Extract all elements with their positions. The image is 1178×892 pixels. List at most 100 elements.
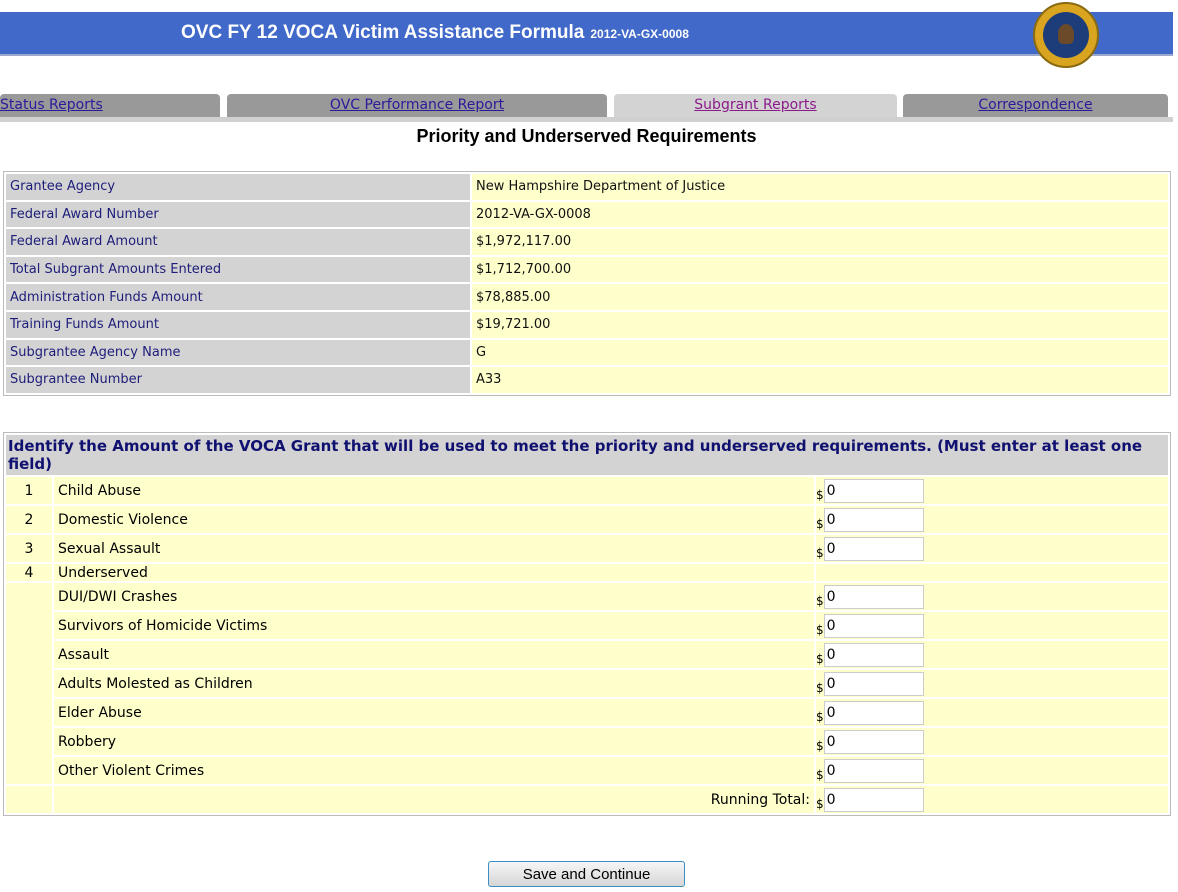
info-label: Training Funds Amount [6,311,470,338]
tab-correspondence[interactable]: Correspondence [903,94,1168,117]
amount-input[interactable] [823,700,924,725]
grant-info-table: Grantee Agency New Hampshire Department o… [3,171,1171,396]
currency-symbol: $ [816,709,824,724]
row-number: 2 [6,506,52,533]
info-row: Federal Award Number 2012-VA-GX-0008 [6,201,1168,228]
amount-input[interactable] [823,642,924,667]
underserved-subrow: Other Violent Crimes $ [6,757,1168,784]
amount-cell: $ [816,477,1168,504]
underserved-subrow: Elder Abuse $ [6,699,1168,726]
requirements-heading: Identify the Amount of the VOCA Grant th… [6,435,1168,475]
requirements-table: Identify the Amount of the VOCA Grant th… [3,432,1171,816]
row-label: Domestic Violence [54,506,814,533]
amount-cell: $ [816,670,1168,697]
row-label: DUI/DWI Crashes [54,583,814,610]
info-row: Federal Award Amount $1,972,117.00 [6,229,1168,255]
currency-symbol: $ [816,622,824,637]
amount-cell: $ [816,612,1168,639]
info-value: G [472,339,1168,366]
info-value: 2012-VA-GX-0008 [472,201,1168,228]
priority-row: 1 Child Abuse $ [6,477,1168,504]
row-label: Adults Molested as Children [54,670,814,697]
running-total-row: Running Total: $ [6,786,1168,813]
amount-input[interactable] [823,671,924,696]
info-value: New Hampshire Department of Justice [472,174,1168,200]
info-value: $19,721.00 [472,311,1168,338]
info-label: Total Subgrant Amounts Entered [6,256,470,283]
tab-link[interactable]: Correspondence [978,97,1092,113]
info-label: Federal Award Amount [6,229,470,255]
tab-link[interactable]: Subgrant Reports [694,97,816,113]
currency-symbol: $ [816,767,824,782]
amount-input[interactable] [823,758,924,783]
info-label: Grantee Agency [6,174,470,200]
currency-symbol: $ [816,680,824,695]
amount-input[interactable] [823,536,924,561]
amount-input[interactable] [823,507,924,532]
row-label: Assault [54,641,814,668]
amount-input[interactable] [823,584,924,609]
row-label: Robbery [54,728,814,755]
row-label: Underserved [54,564,814,581]
info-row: Grantee Agency New Hampshire Department o… [6,174,1168,200]
amount-cell: $ [816,786,1168,813]
tab-status-reports[interactable]: Status Reports [0,94,220,117]
underserved-subrow: Adults Molested as Children $ [6,670,1168,697]
currency-symbol: $ [816,487,824,502]
amount-input[interactable] [823,613,924,638]
info-label: Subgrantee Number [6,367,470,393]
row-label: Child Abuse [54,477,814,504]
amount-input[interactable] [823,729,924,754]
amount-cell: $ [816,699,1168,726]
priority-row: 2 Domestic Violence $ [6,506,1168,533]
amount-cell: $ [816,535,1168,562]
empty-cell [816,564,1168,581]
underserved-subrow: Robbery $ [6,728,1168,755]
tab-bar: Status Reports OVC Performance Report Su… [0,94,1173,122]
tab-subgrant-reports[interactable]: Subgrant Reports [614,94,897,117]
currency-symbol: $ [816,651,824,666]
tab-link[interactable]: OVC Performance Report [330,97,504,113]
row-number: 4 [6,564,52,581]
amount-cell: $ [816,583,1168,610]
page-title: Priority and Underserved Requirements [416,126,757,146]
underserved-subrow: DUI/DWI Crashes $ [6,583,1168,784]
row-number: 3 [6,535,52,562]
running-total-label: Running Total: [54,786,814,813]
currency-symbol: $ [816,545,824,560]
award-number: 2012-VA-GX-0008 [590,27,689,41]
row-label: Other Violent Crimes [54,757,814,784]
row-label: Survivors of Homicide Victims [54,612,814,639]
amount-input[interactable] [823,478,924,503]
amount-cell: $ [816,757,1168,784]
underserved-row: 4 Underserved [6,564,1168,581]
doj-seal-logo [1033,2,1099,68]
info-value: $78,885.00 [472,284,1168,310]
amount-input[interactable] [823,787,924,812]
amount-cell: $ [816,641,1168,668]
row-label: Elder Abuse [54,699,814,726]
info-value: $1,972,117.00 [472,229,1168,255]
empty-cell [6,583,52,784]
row-number: 1 [6,477,52,504]
info-row: Training Funds Amount $19,721.00 [6,311,1168,338]
amount-cell: $ [816,728,1168,755]
header-bar: OVC FY 12 VOCA Victim Assistance Formula… [0,12,1173,56]
title-text: OVC FY 12 VOCA Victim Assistance Formula [181,22,585,43]
tab-link[interactable]: Status Reports [0,97,103,113]
empty-cell [6,786,52,813]
info-row: Subgrantee Agency Name G [6,339,1168,366]
info-label: Federal Award Number [6,201,470,228]
row-label: Sexual Assault [54,535,814,562]
info-value: A33 [472,367,1168,393]
currency-symbol: $ [816,796,824,811]
underserved-subrow: Assault $ [6,641,1168,668]
info-label: Subgrantee Agency Name [6,339,470,366]
info-row: Administration Funds Amount $78,885.00 [6,284,1168,310]
priority-row: 3 Sexual Assault $ [6,535,1168,562]
currency-symbol: $ [816,738,824,753]
info-row: Total Subgrant Amounts Entered $1,712,700… [6,256,1168,283]
currency-symbol: $ [816,516,824,531]
save-and-continue-button[interactable]: Save and Continue [488,861,685,887]
tab-ovc-performance-report[interactable]: OVC Performance Report [227,94,607,117]
